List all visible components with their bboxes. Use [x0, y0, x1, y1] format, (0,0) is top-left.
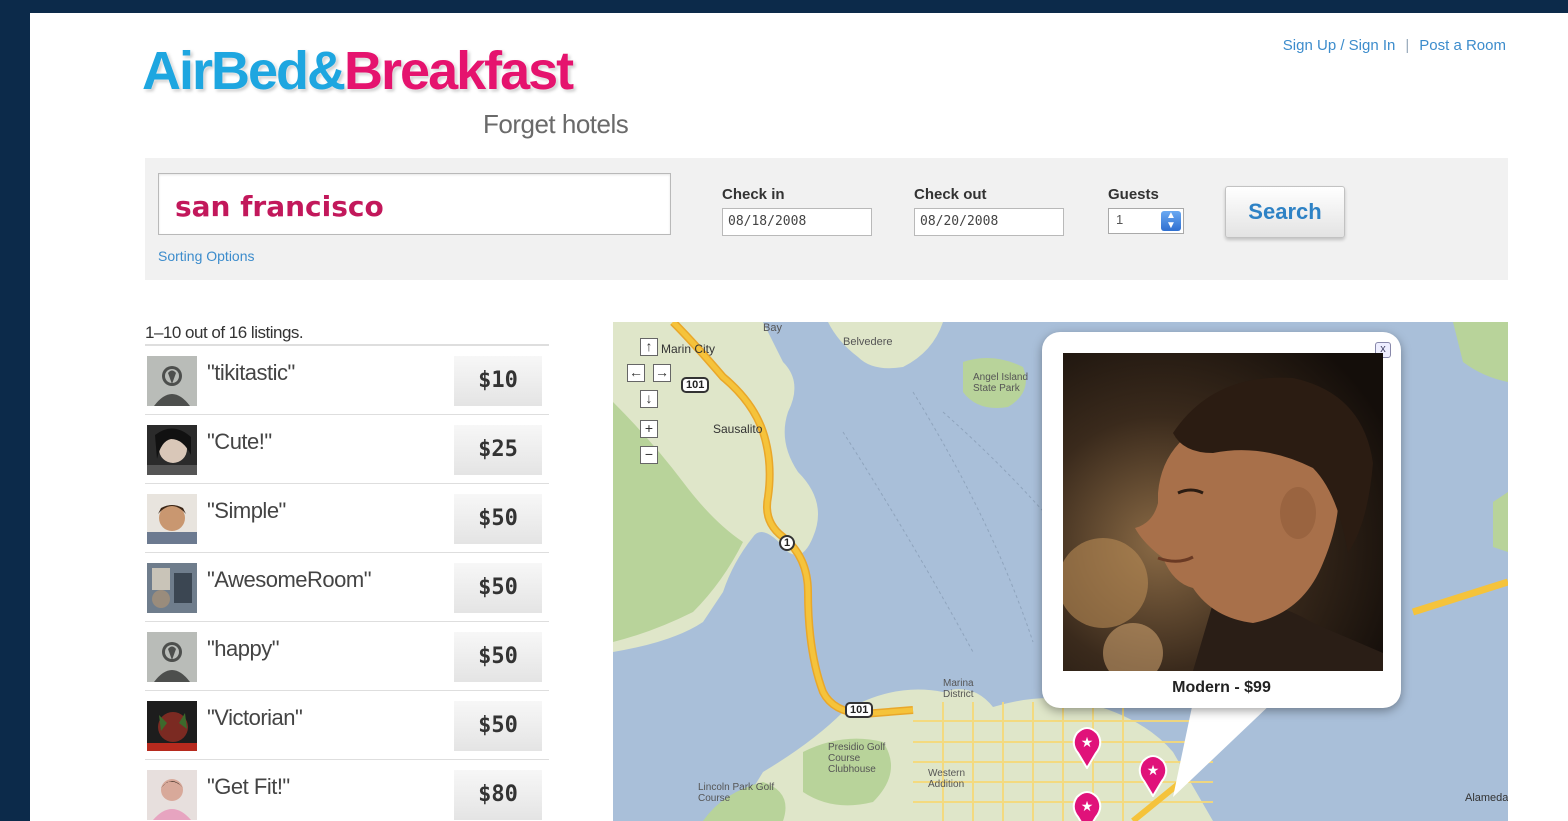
map-label-presidio: Presidio Golf Course Clubhouse [828, 742, 886, 775]
listing-row[interactable]: "Get Fit!" $80 [145, 759, 549, 821]
map-label-sausalito: Sausalito [713, 422, 763, 436]
guests-label: Guests [1108, 186, 1159, 203]
page: AirBed&Breakfast Forget hotels Sign Up /… [30, 13, 1568, 821]
map-label-marina: Marina District [943, 678, 974, 700]
east-land [1453, 322, 1508, 382]
listing-list: "tikitastic" $10 "Cute!" $25 "Simple" $5… [145, 344, 549, 821]
search-bar: san francisco Sorting Options Check in 0… [145, 158, 1508, 280]
map-pin-icon[interactable]: ★ [1070, 789, 1104, 821]
avatar [147, 494, 197, 544]
default-silhouette-icon [147, 356, 197, 406]
checkout-label: Check out [914, 186, 987, 203]
logo-breakfast: Breakfast [344, 41, 574, 101]
svg-text:★: ★ [1081, 734, 1094, 750]
pan-up-button[interactable]: ↑ [640, 338, 658, 356]
listing-title: "Simple" [207, 498, 286, 523]
highway-shield: 1 [779, 535, 796, 551]
listing-price: $80 [454, 770, 542, 820]
map-label-marin-city: Marin City [661, 342, 716, 356]
pan-down-button[interactable]: ↓ [640, 390, 658, 408]
map-label-alameda: Alameda [1465, 792, 1508, 804]
listing-title: "AwesomeRoom" [207, 567, 372, 592]
logo-amp: & [307, 41, 346, 101]
map-pin-icon[interactable]: ★ [1070, 725, 1104, 769]
listing-price: $50 [454, 632, 542, 682]
map[interactable]: ↑ ← → ↓ + − Marin City Bay Belvedere Sau… [613, 322, 1508, 821]
listing-title: "Get Fit!" [207, 774, 290, 799]
svg-text:★: ★ [1081, 798, 1094, 814]
listing-photo [1063, 353, 1383, 671]
results-count: 1–10 out of 16 listings. [145, 323, 304, 342]
avatar [147, 701, 197, 751]
signup-signin-link[interactable]: Sign Up / Sign In [1283, 37, 1396, 54]
listing-price: $10 [454, 356, 542, 406]
listing-price: $50 [454, 701, 542, 751]
listing-row[interactable]: "tikitastic" $10 [145, 344, 549, 414]
highway-80 [1411, 578, 1508, 616]
highway-shield: 101 [681, 377, 710, 393]
listing-popup[interactable]: x Modern - $99 [1042, 332, 1401, 708]
east-shore [1493, 492, 1508, 552]
popup-caption: Modern - $99 [1172, 679, 1271, 696]
avatar [147, 425, 197, 475]
link-separator: | [1405, 37, 1410, 54]
listing-price: $25 [454, 425, 542, 475]
search-button[interactable]: Search [1225, 186, 1345, 238]
listing-price: $50 [454, 494, 542, 544]
location-input[interactable]: san francisco [158, 173, 671, 235]
listing-row[interactable]: "Cute!" $25 [145, 414, 549, 483]
checkout-input[interactable]: 08/20/2008 [914, 208, 1064, 236]
map-label-bay: Bay [763, 322, 782, 334]
logo-text: AirBed&Breakfast [142, 41, 574, 101]
popup-pointer [1173, 702, 1273, 797]
guests-value: 1 [1116, 212, 1124, 227]
checkin-input[interactable]: 08/18/2008 [722, 208, 872, 236]
listing-title: "Cute!" [207, 429, 272, 454]
map-label-lincoln: Lincoln Park Golf Course [698, 782, 775, 804]
top-links: Sign Up / Sign In | Post a Room [1283, 37, 1506, 54]
pan-right-button[interactable]: → [653, 364, 671, 382]
avatar [147, 563, 197, 613]
listing-row[interactable]: "Victorian" $50 [145, 690, 549, 759]
checkin-label: Check in [722, 186, 785, 203]
post-room-link[interactable]: Post a Room [1419, 37, 1506, 54]
highway-shield: 101 [845, 702, 874, 718]
avatar [147, 770, 197, 820]
logo-airbed: AirBed [142, 41, 309, 101]
default-silhouette-icon [147, 632, 197, 682]
guests-select[interactable]: 1 ▲ ▼ [1108, 208, 1184, 234]
map-label-angel-island: Angel Island State Park [973, 372, 1029, 394]
sorting-options-link[interactable]: Sorting Options [158, 248, 255, 264]
listing-title: "Victorian" [207, 705, 303, 730]
listing-row[interactable]: "AwesomeRoom" $50 [145, 552, 549, 621]
listing-row[interactable]: "happy" $50 [145, 621, 549, 690]
logo[interactable]: AirBed&Breakfast [142, 41, 574, 101]
listing-price: $50 [454, 563, 542, 613]
tagline: Forget hotels [483, 109, 629, 139]
zoom-out-button[interactable]: − [640, 446, 658, 464]
map-label-belvedere: Belvedere [843, 336, 893, 348]
map-label-western: Western Addition [928, 768, 966, 790]
listing-title: "happy" [207, 636, 280, 661]
select-arrows-icon: ▲ ▼ [1161, 211, 1181, 231]
zoom-in-button[interactable]: + [640, 420, 658, 438]
listing-row[interactable]: "Simple" $50 [145, 483, 549, 552]
listing-title: "tikitastic" [207, 360, 295, 385]
pan-left-button[interactable]: ← [627, 364, 645, 382]
